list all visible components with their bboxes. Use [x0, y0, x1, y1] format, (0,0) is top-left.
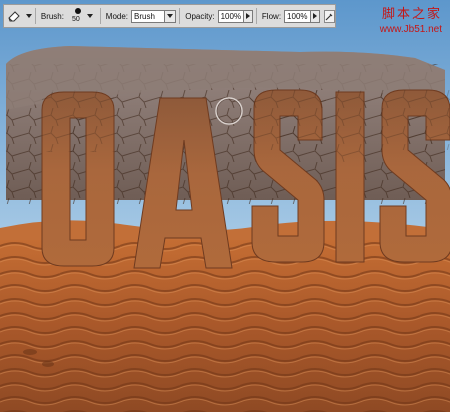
opacity-input[interactable]: 100% [217, 9, 245, 23]
mode-value: Brush [134, 11, 155, 21]
canvas-artwork [0, 0, 450, 412]
flow-label: Flow: [261, 11, 282, 21]
watermark-title: 脚本之家 [381, 7, 442, 22]
divider [35, 8, 36, 24]
chevron-down-icon [167, 14, 174, 18]
options-bar: Brush: 50 Mode: Brush Opacity: 100% Flow… [3, 4, 336, 28]
opacity-control: 100% [217, 9, 254, 23]
watermark-url: www.Jb51.net [379, 24, 442, 35]
chevron-right-icon [312, 13, 317, 19]
flow-control: 100% [284, 9, 320, 23]
canvas[interactable]: Brush: 50 Mode: Brush Opacity: 100% Flow… [0, 0, 450, 412]
mode-select[interactable]: Brush [131, 9, 177, 23]
flow-slider-button[interactable] [310, 9, 320, 23]
brush-picker[interactable]: 50 [67, 6, 86, 26]
brush-label: Brush: [40, 11, 64, 21]
eraser-icon [8, 11, 20, 22]
opacity-label: Opacity: [185, 11, 215, 21]
mode-dropdown-button[interactable] [164, 10, 176, 22]
opacity-slider-button[interactable] [244, 9, 254, 23]
chevron-right-icon [246, 13, 251, 19]
mode-label: Mode: [105, 11, 129, 21]
divider [256, 8, 257, 24]
chevron-down-icon [26, 14, 32, 18]
tool-preset-picker[interactable] [7, 10, 32, 22]
brush-size: 50 [71, 16, 80, 23]
airbrush-icon [325, 13, 333, 20]
airbrush-toggle[interactable] [323, 9, 335, 23]
divider [99, 8, 101, 24]
divider [179, 8, 181, 24]
flow-input[interactable]: 100% [284, 9, 311, 23]
watermark: 脚本之家 www.Jb51.net [380, 3, 442, 35]
brush-tip-icon [74, 8, 81, 14]
brush-picker-chevron-icon[interactable] [86, 14, 93, 18]
